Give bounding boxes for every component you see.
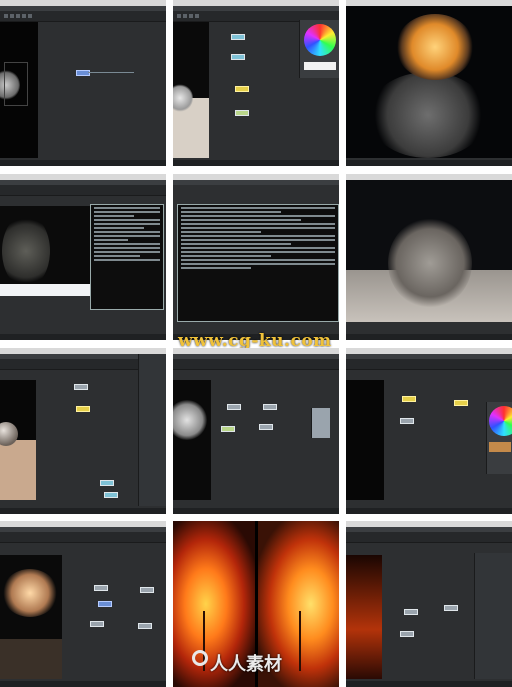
watermark-brand: 人人素材 <box>210 654 282 675</box>
status-bar <box>0 508 166 514</box>
node[interactable] <box>263 404 277 410</box>
color-wheel-icon[interactable] <box>304 24 336 56</box>
render-view <box>346 6 512 158</box>
screenshot-tile-1[interactable] <box>0 0 166 166</box>
parameters-panel[interactable] <box>474 553 512 679</box>
node[interactable] <box>104 492 118 498</box>
color-swatch <box>304 62 336 70</box>
node[interactable] <box>231 34 245 40</box>
status-bar <box>346 681 512 687</box>
scene-viewport[interactable] <box>173 22 209 158</box>
bounding-box <box>4 62 28 106</box>
render-view <box>346 180 512 322</box>
toolbar <box>0 185 166 196</box>
color-swatch <box>489 442 511 452</box>
node[interactable] <box>90 621 104 627</box>
node[interactable] <box>235 110 249 116</box>
screenshot-tile-7[interactable] <box>0 348 166 514</box>
status-bar <box>173 508 339 514</box>
status-bar <box>346 334 512 340</box>
ground-plane <box>0 440 36 500</box>
tree-silhouette <box>299 611 301 671</box>
status-bar <box>0 160 166 166</box>
node[interactable] <box>454 400 468 406</box>
node[interactable] <box>94 585 108 591</box>
ground-plane <box>0 284 90 296</box>
scene-viewport[interactable] <box>0 22 38 158</box>
render-view <box>0 206 90 296</box>
render-view <box>346 555 382 679</box>
status-bar <box>173 160 339 166</box>
color-wheel-icon[interactable] <box>489 406 512 436</box>
terminal-window[interactable] <box>90 204 164 310</box>
node[interactable] <box>76 70 90 76</box>
screenshot-tile-8[interactable] <box>173 348 339 514</box>
menu-bar <box>173 180 339 185</box>
node[interactable] <box>404 609 418 615</box>
parameters-panel[interactable] <box>311 408 330 438</box>
node[interactable] <box>235 86 249 92</box>
node[interactable] <box>100 480 114 486</box>
status-bar <box>346 508 512 514</box>
node[interactable] <box>259 424 273 430</box>
screenshot-tile-10[interactable] <box>0 521 166 687</box>
screenshot-tile-3[interactable] <box>346 0 512 166</box>
node[interactable] <box>140 587 154 593</box>
toolbar <box>346 532 512 543</box>
explosion-cloud <box>368 72 488 158</box>
smoke-volume <box>388 218 472 308</box>
scene-viewport[interactable] <box>0 380 36 500</box>
toolbar <box>346 359 512 370</box>
node[interactable] <box>138 623 152 629</box>
smoke-volume <box>173 400 207 440</box>
node[interactable] <box>444 605 458 611</box>
node[interactable] <box>400 631 414 637</box>
toolbar <box>173 359 339 370</box>
parameters-panel[interactable] <box>138 354 166 506</box>
status-bar <box>0 681 166 687</box>
toolbar <box>0 532 166 543</box>
node[interactable] <box>402 396 416 402</box>
color-picker-panel[interactable] <box>299 20 339 78</box>
toolbar <box>0 11 166 22</box>
status-bar <box>0 334 166 340</box>
node[interactable] <box>221 426 235 432</box>
node[interactable] <box>74 384 88 390</box>
node[interactable] <box>76 406 90 412</box>
screenshot-tile-5[interactable] <box>173 174 339 340</box>
scene-viewport[interactable] <box>346 380 384 500</box>
watermark-logo-icon <box>192 650 208 666</box>
screenshot-tile-6[interactable] <box>346 174 512 340</box>
color-picker-panel[interactable] <box>486 402 512 474</box>
ground-plane <box>0 639 62 679</box>
smoke-volume <box>2 214 50 288</box>
node[interactable] <box>98 601 112 607</box>
node[interactable] <box>227 404 241 410</box>
screenshot-tile-9[interactable] <box>346 348 512 514</box>
screenshot-tile-2[interactable] <box>173 0 339 166</box>
screenshot-tile-4[interactable] <box>0 174 166 340</box>
terminal-window[interactable] <box>177 204 339 322</box>
explosion-fireball <box>396 14 474 80</box>
scene-viewport[interactable] <box>173 380 211 500</box>
node-wire <box>88 72 134 73</box>
node[interactable] <box>231 54 245 60</box>
explosion-fireball <box>2 569 58 617</box>
screenshot-tile-12[interactable] <box>346 521 512 687</box>
status-bar <box>346 160 512 166</box>
node[interactable] <box>400 418 414 424</box>
render-view <box>0 555 62 679</box>
